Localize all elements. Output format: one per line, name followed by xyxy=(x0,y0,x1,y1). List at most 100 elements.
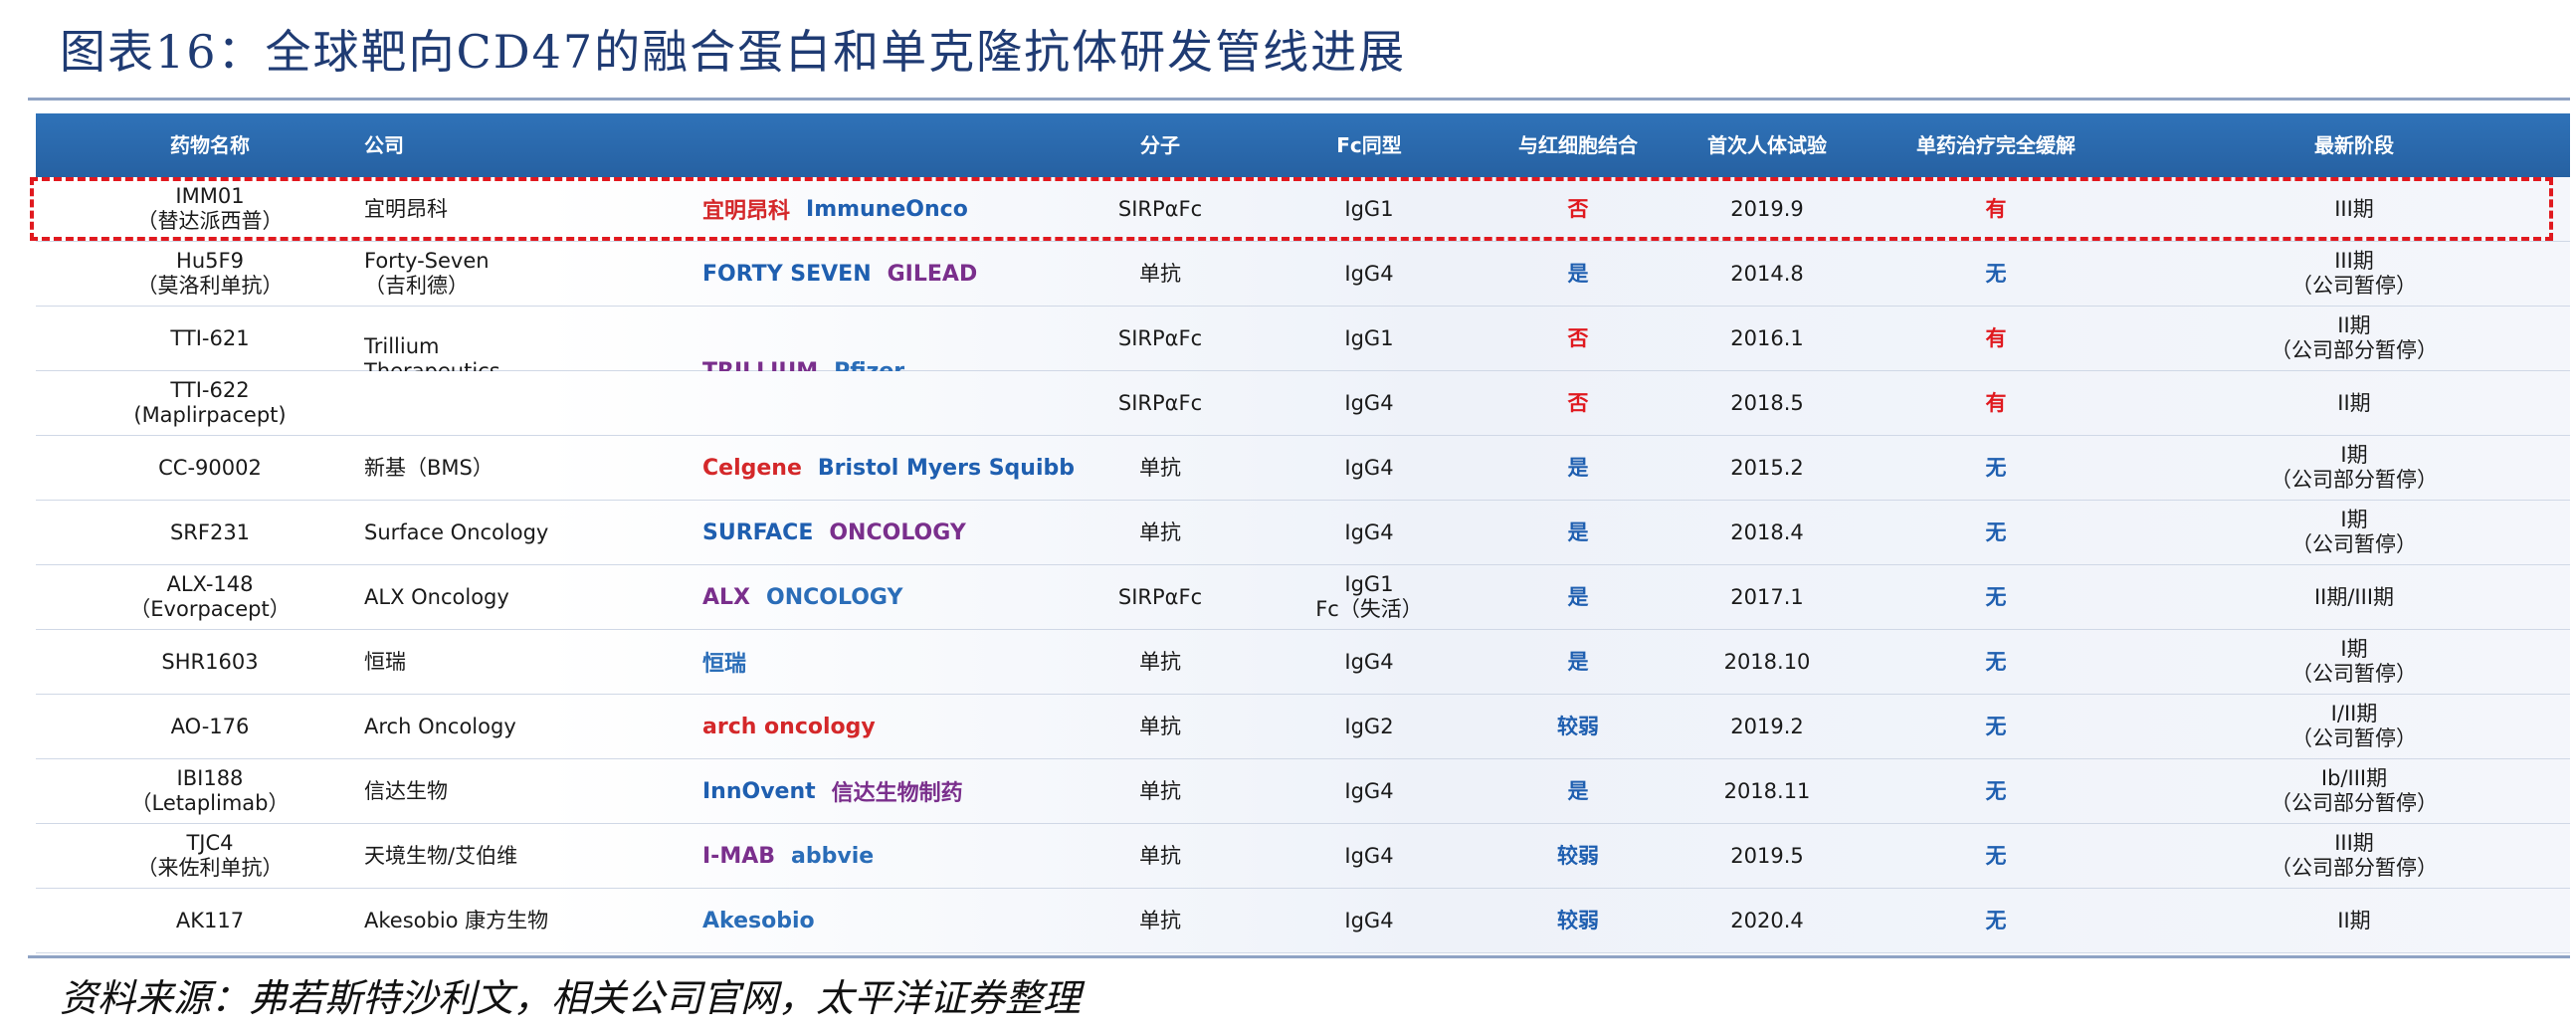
company-cell: ALX Oncology xyxy=(364,565,563,629)
first-trial-date: 2019.5 xyxy=(1730,843,1804,868)
company-cell: 天境生物/艾伯维 xyxy=(364,824,563,888)
company-name-line: 天境生物/艾伯维 xyxy=(364,843,518,868)
fc-isotype-line: Fc（失活） xyxy=(1315,597,1423,621)
rbc-binding-cell: 否 xyxy=(1469,371,1687,435)
logo-wordmark: InnOvent xyxy=(702,778,816,804)
complete-response-cell: 有 xyxy=(1857,307,2135,370)
table-row: ALX-148 （Evorpacept） ALX Oncology ALX ONCOLO… xyxy=(36,565,2570,630)
drug-name-line: TTI-622 xyxy=(170,378,250,402)
drug-name-line: ALX-148 xyxy=(166,572,254,596)
table-row: AO-176 Arch Oncology arch oncology 单抗 IgG2 较弱… xyxy=(36,695,2570,759)
logo-wordmark: arch oncology xyxy=(702,714,876,739)
molecule-value: 单抗 xyxy=(1139,908,1181,932)
fc-isotype-line: IgG4 xyxy=(1344,455,1394,480)
latest-stage-line: （公司暂停） xyxy=(2291,662,2417,686)
rbc-binding-cell: 否 xyxy=(1469,177,1687,241)
first-trial-cell: 2019.9 xyxy=(1658,177,1877,241)
latest-stage-line: III期 xyxy=(2334,249,2374,273)
complete-response-value: 无 xyxy=(1985,778,2007,803)
first-trial-date: 2016.1 xyxy=(1730,325,1804,350)
complete-response-value: 有 xyxy=(1985,196,2007,221)
fc-isotype-cell: IgG4 xyxy=(1280,630,1459,694)
header-molecule: 分子 xyxy=(1140,133,1180,157)
first-trial-cell: 2015.2 xyxy=(1658,436,1877,500)
first-trial-cell: 2014.8 xyxy=(1658,242,1877,306)
molecule-cell: SIRPαFc xyxy=(1061,565,1260,629)
latest-stage-line: （公司部分暂停） xyxy=(2271,468,2438,492)
drug-name-line: AO-176 xyxy=(170,714,250,738)
molecule-value: 单抗 xyxy=(1139,261,1181,286)
header-fc: Fc同型 xyxy=(1336,133,1402,157)
page-title: 图表16：全球靶向CD47的融合蛋白和单克隆抗体研发管线进展 xyxy=(60,25,1407,79)
company-cell: Surface Oncology xyxy=(364,501,563,564)
fc-isotype-line: IgG4 xyxy=(1344,261,1394,286)
complete-response-cell: 无 xyxy=(1857,436,2135,500)
table-row: AK117 Akesobio 康方生物 Akesobio 单抗 IgG4 较弱 2020.4… xyxy=(36,889,2570,953)
logo-wordmark: Celgene xyxy=(702,455,802,481)
logo-wordmark: ONCOLOGY xyxy=(766,584,903,610)
molecule-cell: SIRPαFc xyxy=(1061,371,1260,435)
fc-isotype-line: IgG4 xyxy=(1344,843,1394,868)
rbc-binding-value: 否 xyxy=(1567,196,1589,221)
company-name-line: Trillium xyxy=(364,333,440,358)
rbc-binding-cell: 是 xyxy=(1469,565,1687,629)
header-first-trial: 首次人体试验 xyxy=(1707,133,1827,157)
complete-response-cell: 无 xyxy=(1857,889,2135,952)
drug-name-line: （Letaplimab） xyxy=(130,791,290,815)
first-trial-cell: 2019.5 xyxy=(1658,824,1877,888)
rbc-binding-cell: 是 xyxy=(1469,436,1687,500)
molecule-cell: 单抗 xyxy=(1061,630,1260,694)
drug-name-cell: SRF231 xyxy=(96,501,324,564)
latest-stage-line: II期 xyxy=(2337,390,2371,415)
logo-wordmark: I-MAB xyxy=(702,843,776,869)
latest-stage-cell: II期 （公司部分暂停） xyxy=(2215,307,2493,370)
complete-response-cell: 无 xyxy=(1857,824,2135,888)
logo-wordmark: ImmuneOnco xyxy=(806,196,968,222)
rbc-binding-value: 否 xyxy=(1567,325,1589,350)
first-trial-date: 2018.5 xyxy=(1730,390,1804,415)
drug-name-line: Hu5F9 xyxy=(176,249,244,273)
first-trial-cell: 2018.5 xyxy=(1658,371,1877,435)
company-name-line: （吉利德） xyxy=(364,274,469,298)
company-cell: 信达生物 xyxy=(364,759,563,823)
molecule-value: SIRPαFc xyxy=(1117,325,1203,350)
molecule-value: 单抗 xyxy=(1139,843,1181,868)
molecule-cell: 单抗 xyxy=(1061,889,1260,952)
rbc-binding-cell: 较弱 xyxy=(1469,695,1687,758)
drug-name-cell: Hu5F9 （莫洛利单抗） xyxy=(96,242,324,306)
molecule-value: SIRPαFc xyxy=(1117,196,1203,221)
drug-name-cell: TTI-621 xyxy=(96,307,324,370)
table-header: 药物名称 公司 分子 Fc同型 与红细胞结合 首次人体试验 单药治疗完全缓解 最… xyxy=(36,113,2570,177)
fc-isotype-cell: IgG4 xyxy=(1280,242,1459,306)
rbc-binding-cell: 较弱 xyxy=(1469,889,1687,952)
latest-stage-line: （公司部分暂停） xyxy=(2271,791,2438,815)
complete-response-cell: 无 xyxy=(1857,242,2135,306)
latest-stage-cell: III期 xyxy=(2215,177,2493,241)
first-trial-cell: 2018.10 xyxy=(1658,630,1877,694)
drug-name-line: （替达派西普） xyxy=(136,209,284,233)
rbc-binding-value: 较弱 xyxy=(1557,908,1599,932)
first-trial-date: 2020.4 xyxy=(1730,908,1804,932)
drug-name-line: TJC4 xyxy=(186,831,234,855)
logo-wordmark: 恒瑞 xyxy=(702,652,747,677)
latest-stage-cell: I期 （公司部分暂停） xyxy=(2215,436,2493,500)
fc-isotype-line: IgG1 xyxy=(1344,572,1394,596)
first-trial-date: 2014.8 xyxy=(1730,261,1804,286)
company-logo: InnOvent 信达生物制药 xyxy=(702,759,963,823)
molecule-value: 单抗 xyxy=(1139,455,1181,480)
logo-wordmark: GILEAD xyxy=(887,261,978,287)
rbc-binding-value: 否 xyxy=(1567,390,1589,415)
company-cell: Akesobio 康方生物 xyxy=(364,889,563,952)
molecule-value: 单抗 xyxy=(1139,519,1181,544)
bottom-divider xyxy=(28,955,2570,958)
rbc-binding-cell: 是 xyxy=(1469,759,1687,823)
first-trial-cell: 2016.1 xyxy=(1658,307,1877,370)
company-name-line: ALX Oncology xyxy=(364,584,509,609)
company-logo: arch oncology xyxy=(702,695,876,758)
drug-name-line: AK117 xyxy=(175,908,245,932)
complete-response-value: 无 xyxy=(1985,261,2007,286)
drug-name-cell: AO-176 xyxy=(96,695,324,758)
company-logo: Celgene Bristol Myers Squibb xyxy=(702,436,1075,500)
fc-isotype-line: IgG4 xyxy=(1344,390,1394,415)
fc-isotype-line: IgG1 xyxy=(1344,196,1394,221)
